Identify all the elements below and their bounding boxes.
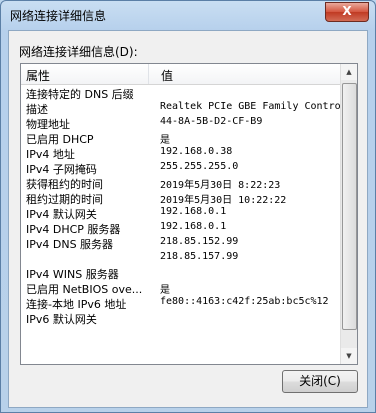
list-row[interactable]: 已启用 NetBIOS ove... 是 (21, 280, 341, 296)
property-cell: IPv6 默认网关 (26, 313, 97, 326)
details-label: 网络连接详细信息(D): (19, 45, 138, 59)
list-row[interactable]: 获得租约的时间 2019年5月30日 8:22:23 (21, 175, 341, 191)
list-row[interactable]: 连接-本地 IPv6 地址 fe80::4163:c42f:25ab:bc5c%1… (21, 295, 341, 311)
dialog-window: 网络连接详细信息 X 网络连接详细信息(D): 属性 值 连接特定的 DNS 后… (0, 0, 376, 413)
value-cell: 是 (160, 135, 170, 146)
value-cell: 192.168.0.1 (160, 221, 227, 232)
column-header-property[interactable]: 属性 (26, 67, 50, 84)
list-rows: 连接特定的 DNS 后缀 描述 Realtek PCIe GBE Family C… (21, 85, 341, 326)
list-row[interactable]: 物理地址 44-8A-5B-D2-CF-B9 (21, 115, 341, 131)
details-list[interactable]: 属性 值 连接特定的 DNS 后缀 描述 Realtek PCIe GBE Fam… (20, 63, 358, 365)
value-cell: 2019年5月30日 8:22:23 (160, 180, 281, 191)
value-cell: 255.255.255.0 (160, 161, 239, 172)
value-cell: 44-8A-5B-D2-CF-B9 (160, 116, 263, 127)
list-row[interactable]: IPv6 默认网关 (21, 310, 341, 326)
list-row[interactable]: 描述 Realtek PCIe GBE Family Contro (21, 100, 341, 116)
list-row[interactable]: 租约过期的时间 2019年5月30日 10:22:22 (21, 190, 341, 206)
list-row[interactable]: 218.85.157.99 (21, 250, 341, 265)
list-row[interactable]: IPv4 地址 192.168.0.38 (21, 145, 341, 161)
list-row[interactable]: IPv4 DHCP 服务器 192.168.0.1 (21, 220, 341, 236)
window-title: 网络连接详细信息 (10, 9, 107, 23)
value-cell: 218.85.152.99 (160, 236, 239, 247)
scroll-up-arrow-icon[interactable]: ▲ (341, 64, 357, 80)
list-header: 属性 值 (21, 64, 341, 85)
list-row[interactable]: IPv4 子网掩码 255.255.255.0 (21, 160, 341, 176)
window-close-button[interactable]: X (325, 2, 369, 22)
scroll-down-arrow-icon[interactable]: ▼ (341, 348, 357, 364)
scroll-thumb[interactable] (342, 83, 357, 330)
column-header-value[interactable]: 值 (161, 67, 173, 84)
value-cell: 218.85.157.99 (160, 251, 239, 262)
value-cell: 2019年5月30日 10:22:22 (160, 195, 287, 206)
list-row[interactable]: IPv4 WINS 服务器 (21, 265, 341, 281)
value-cell: fe80::4163:c42f:25ab:bc5c%12 (160, 296, 329, 307)
list-row[interactable]: IPv4 默认网关 192.168.0.1 (21, 205, 341, 221)
dialog-body: 网络连接详细信息(D): 属性 值 连接特定的 DNS 后缀 描述 Realtek… (8, 30, 368, 408)
value-cell: Realtek PCIe GBE Family Contro (160, 101, 341, 112)
list-row[interactable]: 连接特定的 DNS 后缀 (21, 85, 341, 101)
list-row[interactable]: 已启用 DHCP 是 (21, 130, 341, 146)
value-cell: 192.168.0.38 (160, 146, 233, 157)
list-row[interactable]: IPv4 DNS 服务器 218.85.152.99 (21, 235, 341, 251)
column-divider[interactable] (148, 64, 149, 84)
vertical-scrollbar[interactable]: ▲ ▼ (340, 64, 357, 364)
value-cell: 192.168.0.1 (160, 206, 227, 217)
close-button[interactable]: 关闭(C) (282, 370, 358, 393)
title-bar[interactable]: 网络连接详细信息 X (1, 1, 375, 29)
value-cell: 是 (160, 285, 170, 296)
